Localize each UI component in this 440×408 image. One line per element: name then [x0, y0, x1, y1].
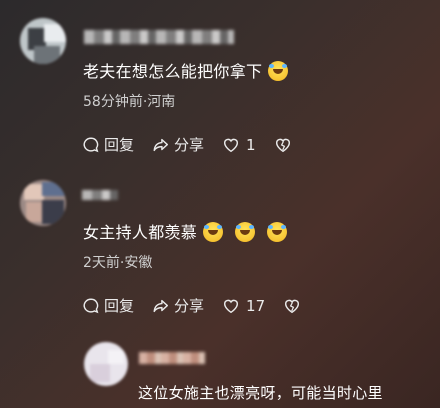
broken-heart-icon — [275, 138, 290, 152]
dislike-button[interactable] — [283, 297, 305, 315]
heart-icon — [224, 299, 239, 313]
username[interactable] — [84, 30, 234, 44]
comment-text: 女主持人都羡慕 — [83, 219, 288, 243]
comment-text: 这位女施主也漂亮呀，可能当时心里 — [138, 384, 383, 402]
reply-item: 这位女施主也漂亮呀，可能当时心里 — [0, 330, 440, 408]
like-count: 1 — [246, 135, 256, 154]
like-count: 17 — [246, 296, 266, 315]
heart-icon — [224, 138, 239, 152]
reply-button[interactable]: 回复 — [82, 134, 134, 155]
laughing-emoji-icon — [267, 222, 288, 242]
dislike-button[interactable] — [274, 136, 296, 154]
laughing-emoji-icon — [203, 222, 224, 242]
comment-actions: 回复 分享 17 — [82, 295, 323, 316]
like-button[interactable]: 17 — [222, 297, 265, 315]
comment-meta: 2天前·安徽 — [83, 255, 153, 271]
comment-item: 女主持人都羡慕 2天前·安徽 回复 分享 17 — [0, 170, 440, 330]
comment-actions: 回复 分享 1 — [82, 134, 314, 155]
laughing-emoji-icon — [268, 61, 289, 81]
comment-meta: 58分钟前·河南 — [83, 94, 176, 110]
reply-button[interactable]: 回复 — [82, 295, 134, 316]
comment-text: 老夫在想怎么能把你拿下 — [83, 58, 289, 82]
share-arrow-icon — [153, 299, 169, 312]
username[interactable] — [139, 352, 205, 364]
avatar[interactable] — [84, 342, 128, 386]
avatar[interactable] — [20, 180, 66, 226]
share-arrow-icon — [153, 138, 169, 151]
share-button[interactable]: 分享 — [152, 134, 204, 155]
broken-heart-icon — [285, 299, 300, 313]
username[interactable] — [82, 190, 118, 200]
avatar[interactable] — [20, 18, 66, 64]
comment-item: 老夫在想怎么能把你拿下 58分钟前·河南 回复 分享 1 — [0, 0, 440, 170]
speech-bubble-icon — [83, 137, 99, 152]
share-button[interactable]: 分享 — [152, 295, 204, 316]
like-button[interactable]: 1 — [222, 136, 256, 154]
speech-bubble-icon — [83, 298, 99, 313]
laughing-emoji-icon — [235, 222, 256, 242]
